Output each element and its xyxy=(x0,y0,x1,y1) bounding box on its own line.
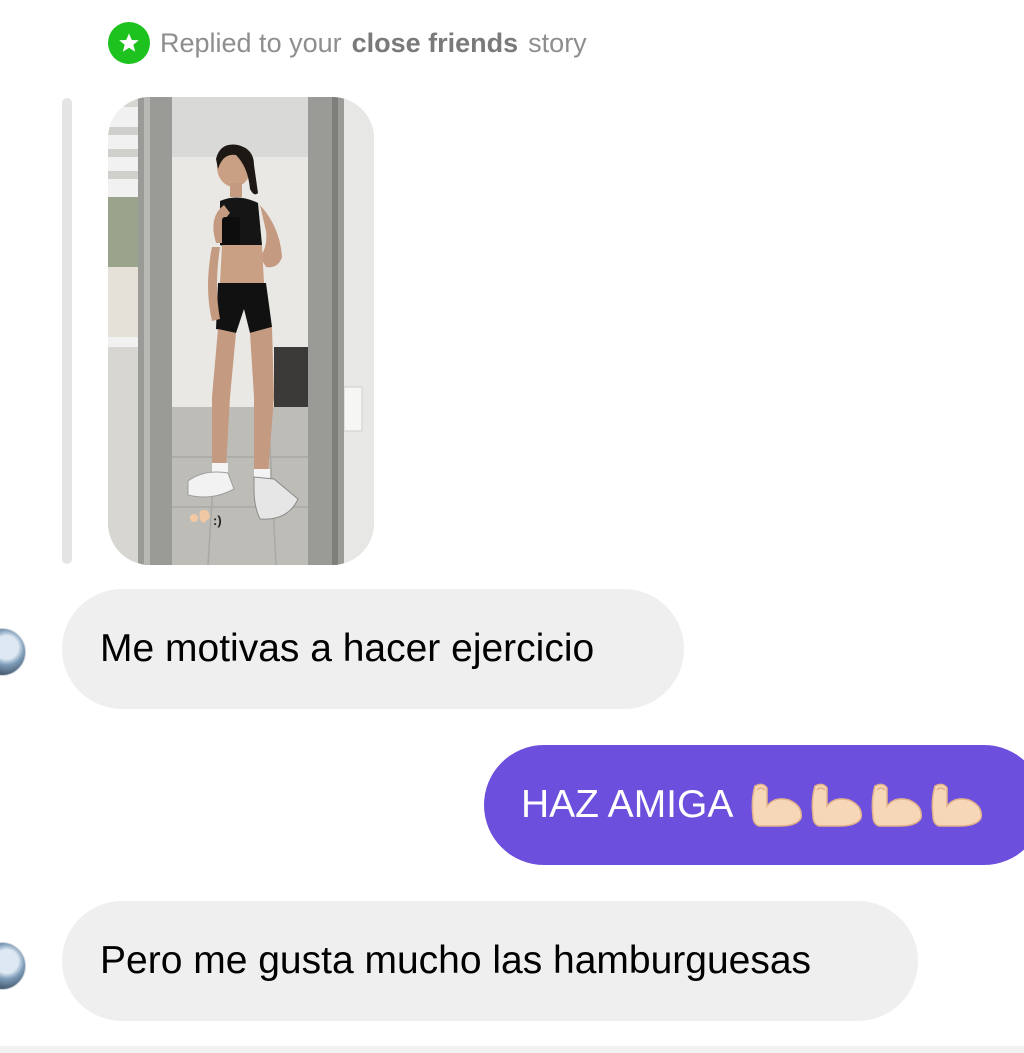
incoming-message-bubble[interactable]: Me motivas a hacer ejercicio xyxy=(62,589,684,709)
composer-divider xyxy=(0,1046,1024,1053)
story-reply-header: Replied to your close friends story xyxy=(108,22,587,64)
reply-header-suffix: story xyxy=(528,27,587,58)
flexed-biceps-icon xyxy=(931,783,983,827)
flexed-biceps-emoji-group xyxy=(749,782,985,828)
sender-avatar[interactable] xyxy=(0,628,26,676)
message-text: HAZ AMIGA xyxy=(521,783,734,826)
reply-header-prefix: Replied to your xyxy=(160,27,342,58)
flexed-biceps-icon xyxy=(751,783,803,827)
flexed-biceps-icon xyxy=(871,783,923,827)
message-text: Me motivas a hacer ejercicio xyxy=(100,627,595,670)
story-caption: :) xyxy=(213,513,222,528)
close-friends-star-icon xyxy=(108,22,150,64)
reply-quote-bar xyxy=(62,98,72,564)
outgoing-message-bubble[interactable]: HAZ AMIGA xyxy=(484,745,1024,865)
reply-header-close-friends: close friends xyxy=(351,27,519,58)
incoming-message-bubble[interactable]: Pero me gusta mucho las hamburguesas xyxy=(62,901,918,1021)
story-thumbnail[interactable]: :) xyxy=(108,97,374,565)
sender-avatar[interactable] xyxy=(0,942,26,990)
message-text: Pero me gusta mucho las hamburguesas xyxy=(100,939,812,982)
flexed-biceps-icon xyxy=(811,783,863,827)
